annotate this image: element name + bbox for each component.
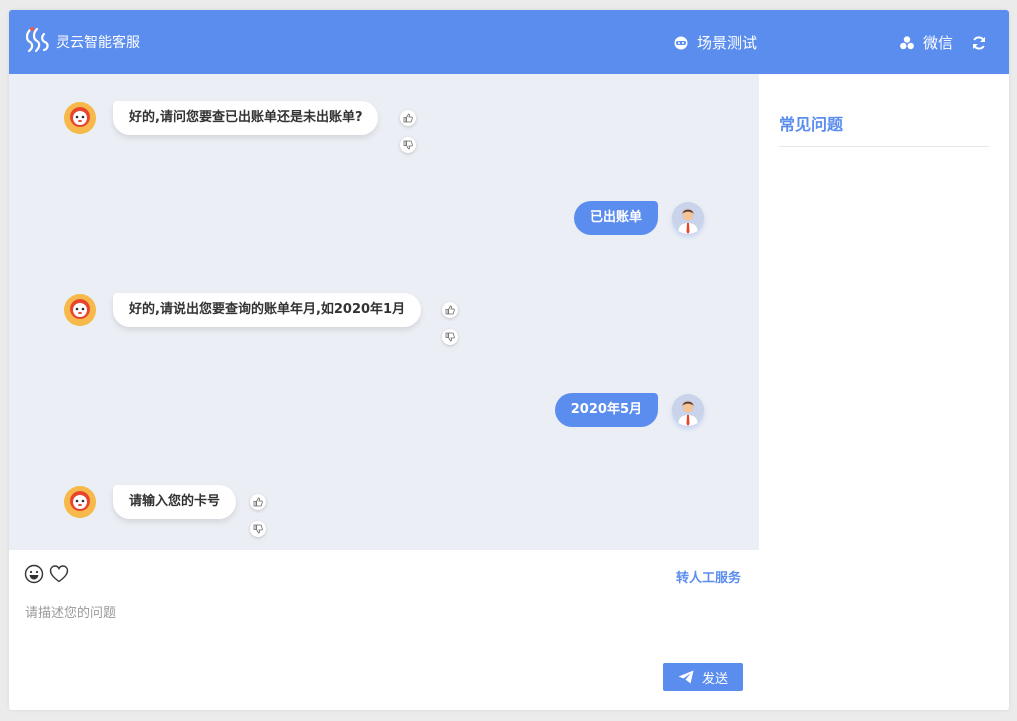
paper-plane-icon (678, 670, 694, 684)
input-toolbar: 转人工服务 (9, 550, 759, 601)
robot-icon (674, 36, 688, 49)
user-avatar-image (672, 202, 704, 234)
thumbs-down-icon (403, 140, 413, 150)
scene-test-label: 场景测试 (697, 34, 758, 52)
dislike-button[interactable] (400, 137, 416, 153)
like-button[interactable] (400, 110, 416, 126)
bot-message-bubble: 请输入您的卡号 (113, 485, 237, 519)
dislike-button[interactable] (250, 521, 266, 537)
user-avatar (672, 202, 704, 234)
wechat-button[interactable]: 微信 (899, 32, 953, 53)
wechat-label: 微信 (923, 34, 954, 52)
bot-avatar-image (64, 294, 96, 326)
header-bar: 灵云智能客服 场景测试 微信 (9, 10, 1009, 74)
thumbs-up-icon (445, 305, 455, 315)
user-message-bubble: 2020年5月 (554, 393, 658, 427)
faq-divider (779, 146, 989, 147)
bot-avatar (64, 294, 96, 326)
refresh-icon[interactable] (971, 35, 987, 51)
heart-icon[interactable] (49, 564, 69, 584)
faq-title: 常见问题 (779, 115, 844, 134)
scene-test-button[interactable]: 场景测试 (673, 32, 757, 53)
chat-message-area[interactable]: 好的,请问您要查已出账单还是未出账单? 已出账单 好的,请说出您要查询的账单年月… (9, 74, 759, 550)
like-button[interactable] (442, 302, 458, 318)
transfer-human-service-link[interactable]: 转人工服务 (676, 567, 741, 586)
message-input[interactable] (9, 600, 761, 654)
bot-avatar-image (64, 486, 96, 518)
message-input-area (9, 600, 761, 662)
thumbs-up-icon (253, 497, 263, 507)
bot-avatar (64, 486, 96, 518)
like-button[interactable] (250, 494, 266, 510)
user-avatar (672, 394, 704, 426)
bot-avatar-image (64, 102, 96, 134)
smile-icon[interactable] (24, 564, 44, 584)
faq-sidebar: 常见问题 (759, 74, 1009, 710)
chat-window: 灵云智能客服 场景测试 微信 好的,请问您要查已出账单还是未出账单? 已出账单 … (9, 10, 1009, 710)
bot-message-bubble: 好的,请说出您要查询的账单年月,如2020年1月 (113, 293, 422, 327)
bot-message-bubble: 好的,请问您要查已出账单还是未出账单? (113, 101, 379, 135)
send-row: 发送 (9, 662, 759, 710)
thumbs-up-icon (403, 113, 413, 123)
send-button[interactable]: 发送 (663, 663, 743, 691)
lingyun-logo-icon (25, 27, 49, 53)
user-message-bubble: 已出账单 (573, 201, 658, 235)
wechat-icon (900, 35, 914, 49)
send-label: 发送 (701, 671, 728, 687)
dislike-button[interactable] (442, 329, 458, 345)
thumbs-down-icon (253, 524, 263, 534)
app-title: 灵云智能客服 (56, 35, 140, 51)
thumbs-down-icon (445, 332, 455, 342)
user-avatar-image (672, 394, 704, 426)
bot-avatar (64, 102, 96, 134)
